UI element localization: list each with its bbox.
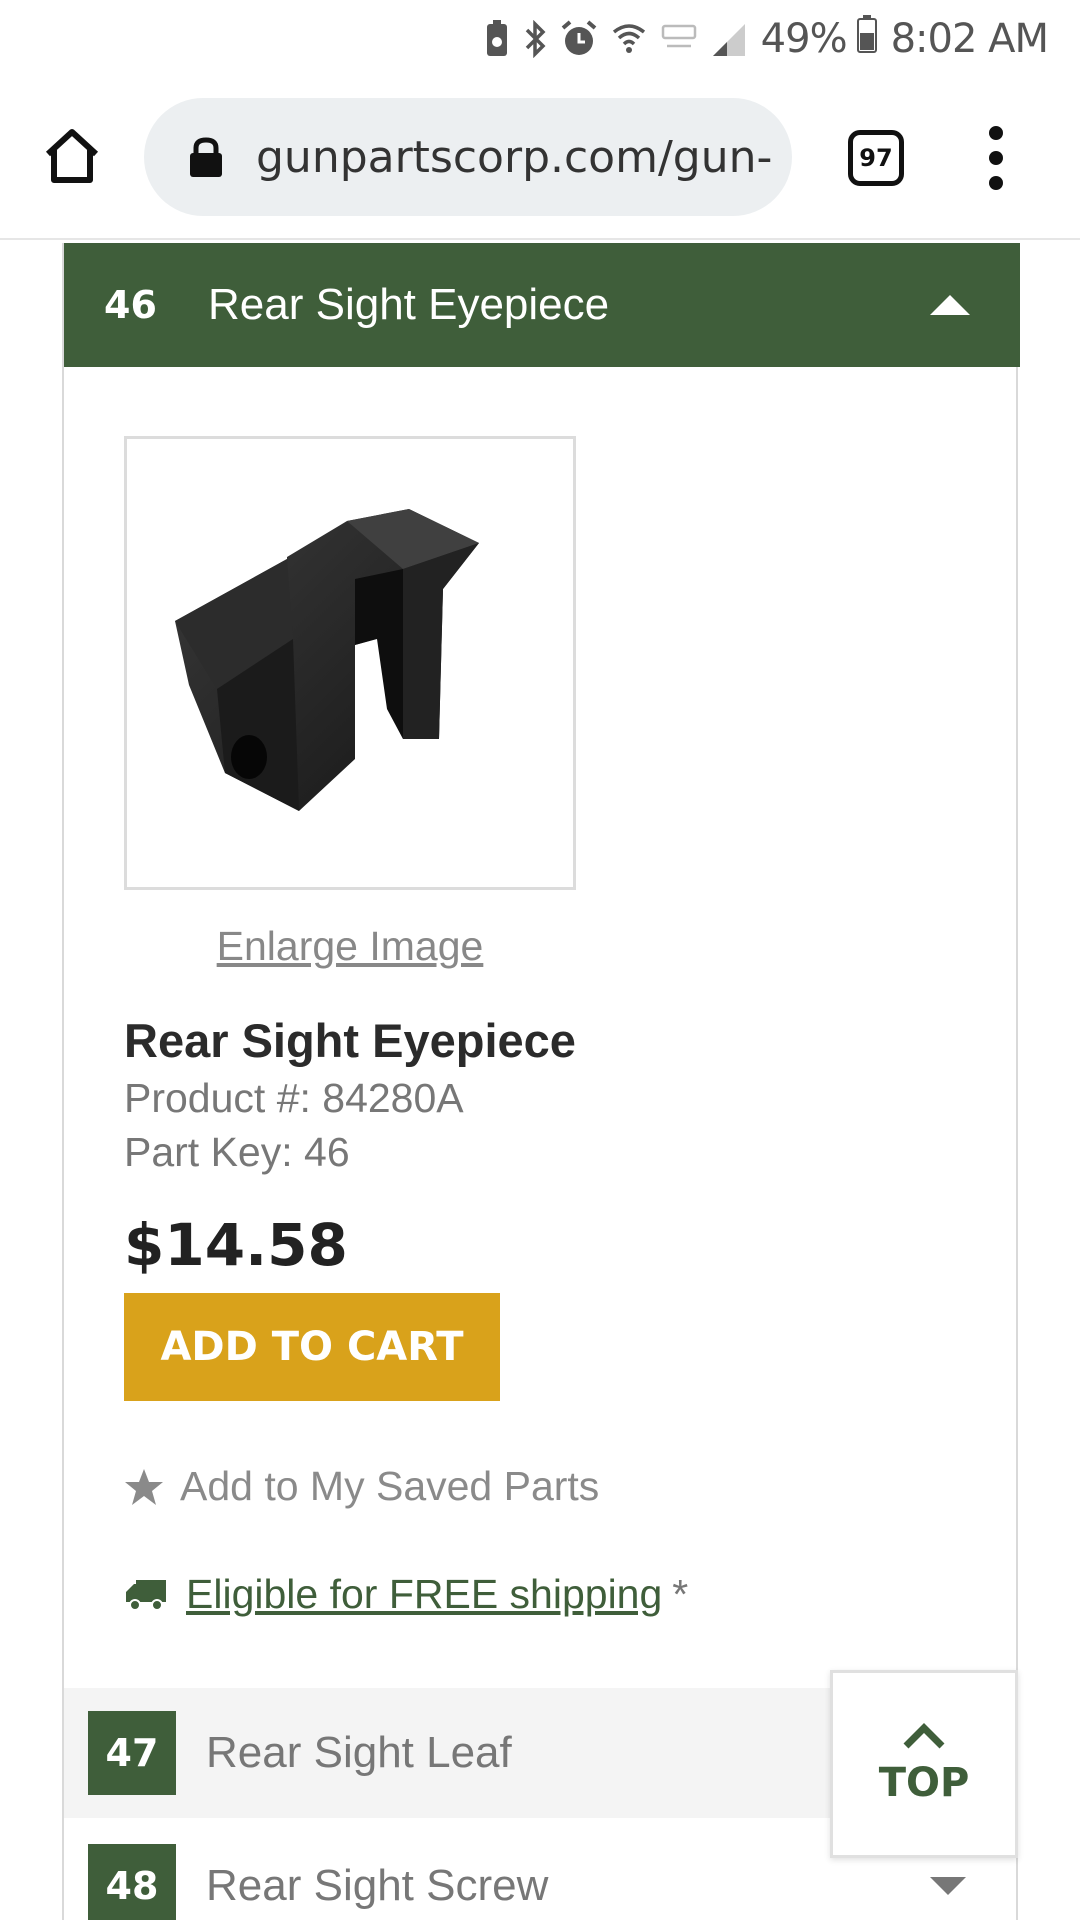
status-icons [485, 20, 747, 58]
add-to-cart-label: ADD TO CART [160, 1324, 464, 1370]
browser-toolbar: gunpartscorp.com/gun-parts 97 [0, 78, 1080, 240]
rear-sight-eyepiece-image [175, 509, 479, 811]
menu-dot [989, 151, 1003, 165]
signal-icon [711, 20, 747, 58]
parts-panel: 46 Rear Sight Eyepiece Enlarge Image Rea… [62, 243, 1020, 1920]
free-shipping-link[interactable]: Eligible for FREE shipping [186, 1571, 662, 1618]
part-row-title: Rear Sight Screw [206, 1861, 549, 1910]
home-icon [45, 129, 99, 183]
product-price: $14.58 [124, 1211, 348, 1279]
part-key-number: 46 [104, 283, 157, 327]
more-menu-icon[interactable] [980, 126, 1012, 190]
part-key-badge: 48 [88, 1844, 176, 1920]
home-button[interactable] [40, 124, 104, 188]
lock-icon [190, 137, 222, 177]
clock: 8:02 AM [890, 16, 1049, 62]
enlarge-image-link[interactable]: Enlarge Image [124, 923, 576, 970]
back-to-top-button[interactable]: TOP [830, 1670, 1018, 1858]
status-bar: 49% 8:02 AM [0, 0, 1080, 78]
menu-dot [989, 126, 1003, 140]
network-icon [661, 20, 697, 58]
add-to-saved-parts-link[interactable]: Add to My Saved Parts [124, 1463, 599, 1510]
product-image[interactable] [124, 436, 576, 890]
product-name: Rear Sight Eyepiece [124, 1014, 576, 1067]
battery-saver-icon [485, 20, 509, 58]
menu-dot [989, 176, 1003, 190]
wifi-icon [611, 20, 647, 58]
tab-switcher-button[interactable]: 97 [848, 130, 904, 186]
url-text: gunpartscorp.com/gun-parts [256, 131, 776, 183]
bluetooth-icon [523, 20, 547, 58]
chevron-up-icon [903, 1723, 945, 1749]
back-to-top-label: TOP [878, 1760, 970, 1806]
shipping-asterisk: * [672, 1571, 689, 1617]
address-bar[interactable]: gunpartscorp.com/gun-parts [144, 98, 792, 216]
alarm-icon [561, 20, 597, 58]
part-accordion-header-expanded[interactable]: 46 Rear Sight Eyepiece [64, 243, 1020, 367]
caret-up-icon [930, 295, 970, 315]
truck-icon [126, 1579, 166, 1611]
battery-percent: 49% [760, 16, 848, 62]
add-to-cart-button[interactable]: ADD TO CART [124, 1293, 500, 1401]
saved-parts-label: Add to My Saved Parts [180, 1463, 600, 1509]
caret-down-icon [930, 1877, 966, 1895]
part-key-label: Part Key: 46 [124, 1129, 350, 1175]
battery-icon [856, 15, 877, 63]
part-key-badge: 47 [88, 1711, 176, 1795]
tab-count: 97 [859, 144, 893, 172]
star-icon [125, 1468, 163, 1505]
part-accordion-title: Rear Sight Eyepiece [208, 280, 610, 329]
free-shipping-info: Eligible for FREE shipping * [124, 1571, 688, 1618]
product-number: Product #: 84280A [124, 1075, 464, 1121]
